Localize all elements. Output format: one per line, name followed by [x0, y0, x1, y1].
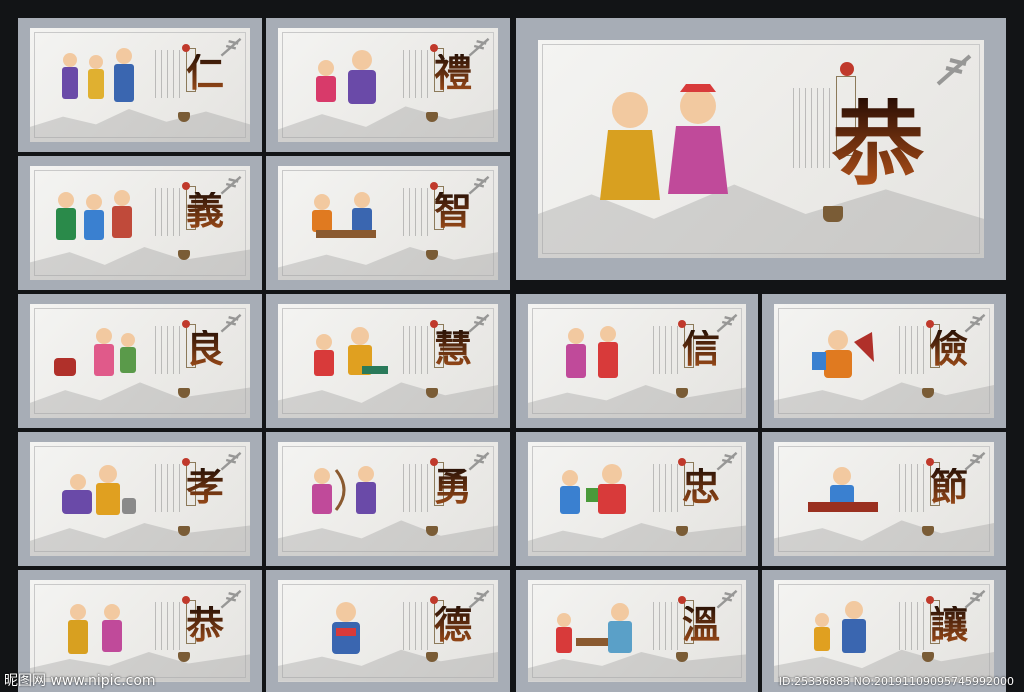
card-body: 忠	[528, 442, 746, 556]
cartoon-figures	[312, 192, 376, 238]
card-zhi[interactable]: 智	[266, 156, 510, 290]
text-column	[896, 326, 926, 374]
cartoon-figures	[556, 603, 632, 653]
card-body: 良	[30, 304, 250, 418]
card-body: 禮	[278, 28, 498, 142]
text-column	[650, 464, 680, 512]
cartoon-figures	[56, 190, 132, 240]
card-yong[interactable]: 勇	[266, 432, 510, 566]
card-jie[interactable]: 節	[762, 432, 1006, 566]
card-xin[interactable]: 信	[516, 294, 758, 428]
hanzi-character: 智	[433, 188, 472, 233]
card-li[interactable]: 禮	[266, 18, 510, 152]
text-column	[400, 464, 430, 512]
hanzi-character: 溫	[681, 602, 720, 647]
card-featured-gong[interactable]: 恭	[516, 18, 1006, 280]
card-hui[interactable]: 慧	[266, 294, 510, 428]
cartoon-figures	[314, 327, 388, 376]
pine-icon	[936, 54, 972, 86]
hanzi-character: 義	[185, 188, 224, 233]
card-body: 智	[278, 166, 498, 280]
cartoon-figures	[312, 466, 376, 514]
card-body: 恭	[538, 40, 984, 258]
text-column	[400, 50, 430, 98]
cartoon-figures	[600, 84, 728, 200]
hanzi-character: 孝	[185, 464, 224, 509]
cartoon-figures	[560, 464, 626, 514]
card-zhong[interactable]: 忠	[516, 432, 758, 566]
card-body: 慧	[278, 304, 498, 418]
watermark-id: ID:25336883 NO:20191109095745992000	[778, 675, 1014, 688]
text-column	[650, 326, 680, 374]
card-body: 義	[30, 166, 250, 280]
card-body: 恭	[30, 580, 250, 682]
hanzi-character-featured: 恭	[831, 90, 924, 198]
card-body: 仁	[30, 28, 250, 142]
hanzi-character: 良	[185, 326, 224, 371]
card-de[interactable]: 德	[266, 570, 510, 692]
text-column	[400, 326, 430, 374]
cartoon-figures	[814, 601, 866, 653]
text-column	[152, 188, 182, 236]
text-column	[152, 602, 182, 650]
card-yi[interactable]: 義	[18, 156, 262, 290]
card-body: 孝	[30, 442, 250, 556]
text-column	[896, 464, 926, 512]
text-column	[650, 602, 680, 650]
poster-grid: 仁 禮 恭 義 智 良 慧 信 儉 孝 勇 忠 節 恭 德 溫 讓	[0, 0, 1024, 692]
hanzi-character: 儉	[929, 326, 968, 371]
hanzi-character: 勇	[433, 464, 472, 509]
red-seal-icon	[840, 62, 854, 76]
hanzi-character: 信	[681, 326, 720, 371]
card-rang[interactable]: 讓	[762, 570, 1006, 692]
text-column	[152, 50, 182, 98]
text-column	[400, 602, 430, 650]
card-body: 節	[774, 442, 994, 556]
hanzi-character: 慧	[433, 326, 472, 371]
text-column	[152, 464, 182, 512]
cartoon-figures	[316, 50, 376, 104]
card-body: 讓	[774, 580, 994, 682]
cartoon-figures	[62, 48, 134, 102]
card-ren[interactable]: 仁	[18, 18, 262, 152]
hanzi-character: 恭	[185, 602, 224, 647]
censer-icon	[823, 206, 843, 222]
card-wen[interactable]: 溫	[516, 570, 758, 692]
cartoon-figures	[54, 328, 136, 376]
card-jian[interactable]: 儉	[762, 294, 1006, 428]
card-body: 勇	[278, 442, 498, 556]
cartoon-figures	[808, 467, 878, 512]
cartoon-figures	[68, 604, 122, 654]
hanzi-character: 禮	[433, 50, 472, 95]
card-body: 德	[278, 580, 498, 682]
text-column	[400, 188, 430, 236]
text-column	[790, 88, 830, 168]
text-column	[152, 326, 182, 374]
hanzi-character: 忠	[681, 464, 720, 509]
hanzi-character: 節	[929, 464, 968, 509]
card-liang[interactable]: 良	[18, 294, 262, 428]
card-body: 信	[528, 304, 746, 418]
cartoon-figures	[332, 602, 360, 654]
cartoon-figures	[812, 330, 874, 378]
card-body: 儉	[774, 304, 994, 418]
cartoon-figures	[62, 465, 136, 515]
hanzi-character: 仁	[185, 50, 224, 95]
hanzi-character: 德	[433, 602, 472, 647]
card-xiao[interactable]: 孝	[18, 432, 262, 566]
text-column	[896, 602, 926, 650]
card-body: 溫	[528, 580, 746, 682]
watermark-site: 昵图网 www.nipic.com	[4, 673, 156, 689]
cartoon-figures	[566, 326, 618, 378]
hanzi-character: 讓	[929, 602, 968, 647]
